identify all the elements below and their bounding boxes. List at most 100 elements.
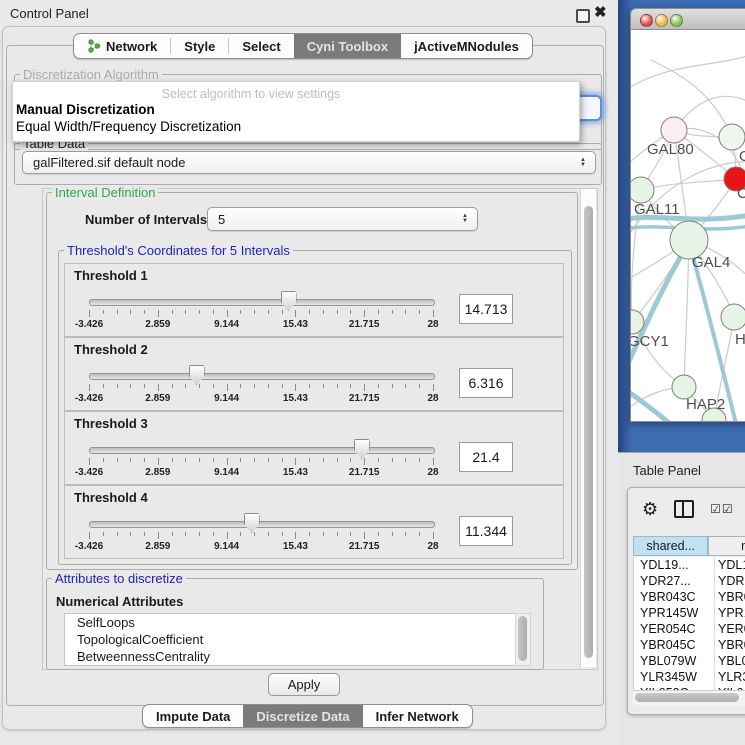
network-node-gal80[interactable] bbox=[661, 117, 687, 143]
split-columns-icon[interactable] bbox=[674, 500, 694, 518]
threshold-slider-thumb[interactable] bbox=[244, 513, 260, 533]
column-header-shared-[interactable]: shared... bbox=[633, 536, 708, 556]
slider-tick-mark bbox=[117, 384, 118, 388]
bottom-tab-impute-data[interactable]: Impute Data bbox=[143, 705, 243, 727]
threshold-value-field[interactable]: 14.713 bbox=[459, 294, 513, 324]
float-window-icon[interactable] bbox=[576, 9, 590, 23]
slider-tick-label: 15.43 bbox=[283, 541, 308, 552]
network-node-label[interactable]: GAL11 bbox=[634, 201, 680, 218]
threshold-label: Threshold 2 bbox=[74, 342, 148, 357]
slider-tick-label: 15.43 bbox=[283, 467, 308, 478]
network-node-label[interactable]: HAP2 bbox=[686, 396, 725, 413]
algorithm-option-manual-discretization[interactable]: Manual Discretization bbox=[16, 102, 155, 117]
bottom-tab-infer-network[interactable]: Infer Network bbox=[363, 705, 472, 727]
table-hscrollbar[interactable] bbox=[633, 690, 745, 705]
threshold-value-field[interactable]: 21.4 bbox=[459, 442, 513, 472]
network-node-label[interactable]: GCY1 bbox=[631, 333, 669, 350]
table-cell: YBR0 bbox=[714, 638, 745, 652]
table-row[interactable]: YBR045CYBR0 bbox=[634, 637, 745, 653]
number-of-intervals-combo[interactable]: 5 ▲▼ bbox=[207, 207, 478, 231]
tab-label: Network bbox=[106, 39, 157, 54]
table-row[interactable]: YBL079WYBL0 bbox=[634, 653, 745, 669]
table-row[interactable]: YDL19...YDL1 bbox=[634, 557, 745, 573]
network-view-window[interactable]: GAL80 G C GAL11 GAL4 GCY1 H HAP2 bbox=[630, 8, 745, 422]
close-icon[interactable]: ✖ bbox=[594, 3, 607, 21]
network-window-titlebar[interactable] bbox=[631, 9, 745, 30]
attributes-list-scrollbar[interactable] bbox=[515, 613, 531, 666]
threshold-value-field[interactable]: 6.316 bbox=[459, 368, 513, 398]
table-row[interactable]: YBR043CYBR0 bbox=[634, 589, 745, 605]
tab-cyni-toolbox[interactable]: Cyni Toolbox bbox=[294, 34, 401, 58]
network-node-label[interactable]: H bbox=[735, 331, 745, 348]
slider-tick-mark bbox=[172, 384, 173, 388]
table-cell: YDL19... bbox=[634, 558, 714, 572]
threshold-value-field[interactable]: 11.344 bbox=[459, 516, 513, 546]
threshold-slider-track[interactable] bbox=[89, 447, 435, 454]
network-node-gal11[interactable] bbox=[631, 177, 654, 203]
table-hscrollbar-thumb[interactable] bbox=[635, 693, 739, 702]
column-header-na[interactable]: na bbox=[708, 536, 745, 556]
attributes-list-scrollbar-thumb[interactable] bbox=[518, 616, 527, 661]
threshold-slider-thumb[interactable] bbox=[189, 365, 205, 385]
slider-tick-mark bbox=[199, 458, 200, 462]
network-node-label[interactable]: GAL80 bbox=[647, 141, 694, 158]
table-row[interactable]: YER054CYER0 bbox=[634, 621, 745, 637]
zoom-traffic-light-icon[interactable] bbox=[670, 14, 683, 27]
attribute-item-topologicalcoefficient[interactable]: TopologicalCoefficient bbox=[65, 631, 515, 648]
slider-tick-mark bbox=[227, 384, 228, 391]
settings-vscrollbar-thumb[interactable] bbox=[584, 206, 593, 658]
slider-tick-label: 21.715 bbox=[349, 467, 380, 478]
slider-tick-mark bbox=[213, 384, 214, 388]
threshold-slider-track[interactable] bbox=[89, 299, 435, 306]
table-row[interactable]: YPR145WYPR1 bbox=[634, 605, 745, 621]
slider-tick-mark bbox=[405, 384, 406, 388]
table-row[interactable]: YDR27...YDR2 bbox=[634, 573, 745, 589]
tab-network[interactable]: Network bbox=[74, 34, 170, 58]
thresholds-group-label: Threshold's Coordinates for 5 Intervals bbox=[64, 243, 293, 258]
slider-tick-label: 28 bbox=[427, 393, 438, 404]
attribute-item-betweennesscentrality[interactable]: BetweennessCentrality bbox=[65, 648, 515, 665]
network-node-node-top-right[interactable] bbox=[719, 124, 745, 150]
settings-vscrollbar[interactable] bbox=[580, 189, 596, 667]
slider-tick-mark bbox=[240, 384, 241, 388]
slider-tick-mark bbox=[323, 458, 324, 462]
slider-tick-mark bbox=[364, 532, 365, 539]
slider-tick-mark bbox=[240, 532, 241, 536]
threshold-slider-thumb[interactable] bbox=[281, 291, 297, 311]
slider-tick-mark bbox=[378, 310, 379, 314]
slider-tick-mark bbox=[144, 310, 145, 314]
attribute-item-selfloops[interactable]: SelfLoops bbox=[65, 614, 515, 631]
table-row[interactable]: YLR345WYLR3 bbox=[634, 669, 745, 685]
threshold-slider-track[interactable] bbox=[89, 373, 435, 380]
tab-select[interactable]: Select bbox=[229, 34, 293, 58]
network-canvas[interactable]: GAL80 G C GAL11 GAL4 GCY1 H HAP2 bbox=[631, 30, 745, 421]
network-node-label[interactable]: C bbox=[737, 185, 745, 202]
bottom-tab-discretize-data[interactable]: Discretize Data bbox=[243, 705, 362, 727]
close-traffic-light-icon[interactable] bbox=[640, 14, 653, 27]
settings-gear-icon[interactable]: ⚙ bbox=[642, 500, 658, 518]
threshold-slider-thumb[interactable] bbox=[354, 439, 370, 459]
slider-tick-mark bbox=[350, 384, 351, 388]
slider-tick-mark bbox=[227, 310, 228, 317]
slider-tick-label: 15.43 bbox=[283, 393, 308, 404]
slider-tick-mark bbox=[309, 458, 310, 462]
table-cell: YBL079W bbox=[634, 654, 714, 668]
network-edge bbox=[684, 240, 689, 387]
algorithm-option-equal-width-frequency-discretization[interactable]: Equal Width/Frequency Discretization bbox=[16, 119, 241, 134]
slider-tick-mark bbox=[117, 532, 118, 536]
network-node-node-right-h[interactable] bbox=[721, 304, 745, 330]
table-data-combo[interactable]: galFiltered.sif default node ▲▼ bbox=[22, 151, 596, 174]
column-checkboxes-icon[interactable]: ☑☑ bbox=[710, 502, 734, 516]
threshold-slider-track[interactable] bbox=[89, 521, 435, 528]
numerical-attributes-list[interactable]: SelfLoopsTopologicalCoefficientBetweenne… bbox=[64, 613, 516, 666]
minimize-traffic-light-icon[interactable] bbox=[655, 14, 668, 27]
network-node-label[interactable]: GAL4 bbox=[692, 254, 730, 271]
tab-jactivemnodules[interactable]: jActiveMNodules bbox=[401, 34, 532, 58]
network-node-label[interactable]: G bbox=[739, 148, 745, 165]
tab-style[interactable]: Style bbox=[171, 34, 228, 58]
table-rows: YDL19...YDL1YDR27...YDR2YBR043CYBR0YPR14… bbox=[633, 557, 745, 690]
number-of-intervals-value: 5 bbox=[218, 212, 225, 227]
slider-tick-mark bbox=[433, 458, 434, 465]
apply-button[interactable]: Apply bbox=[268, 673, 340, 696]
interval-definition-label: Interval Definition bbox=[52, 185, 158, 200]
